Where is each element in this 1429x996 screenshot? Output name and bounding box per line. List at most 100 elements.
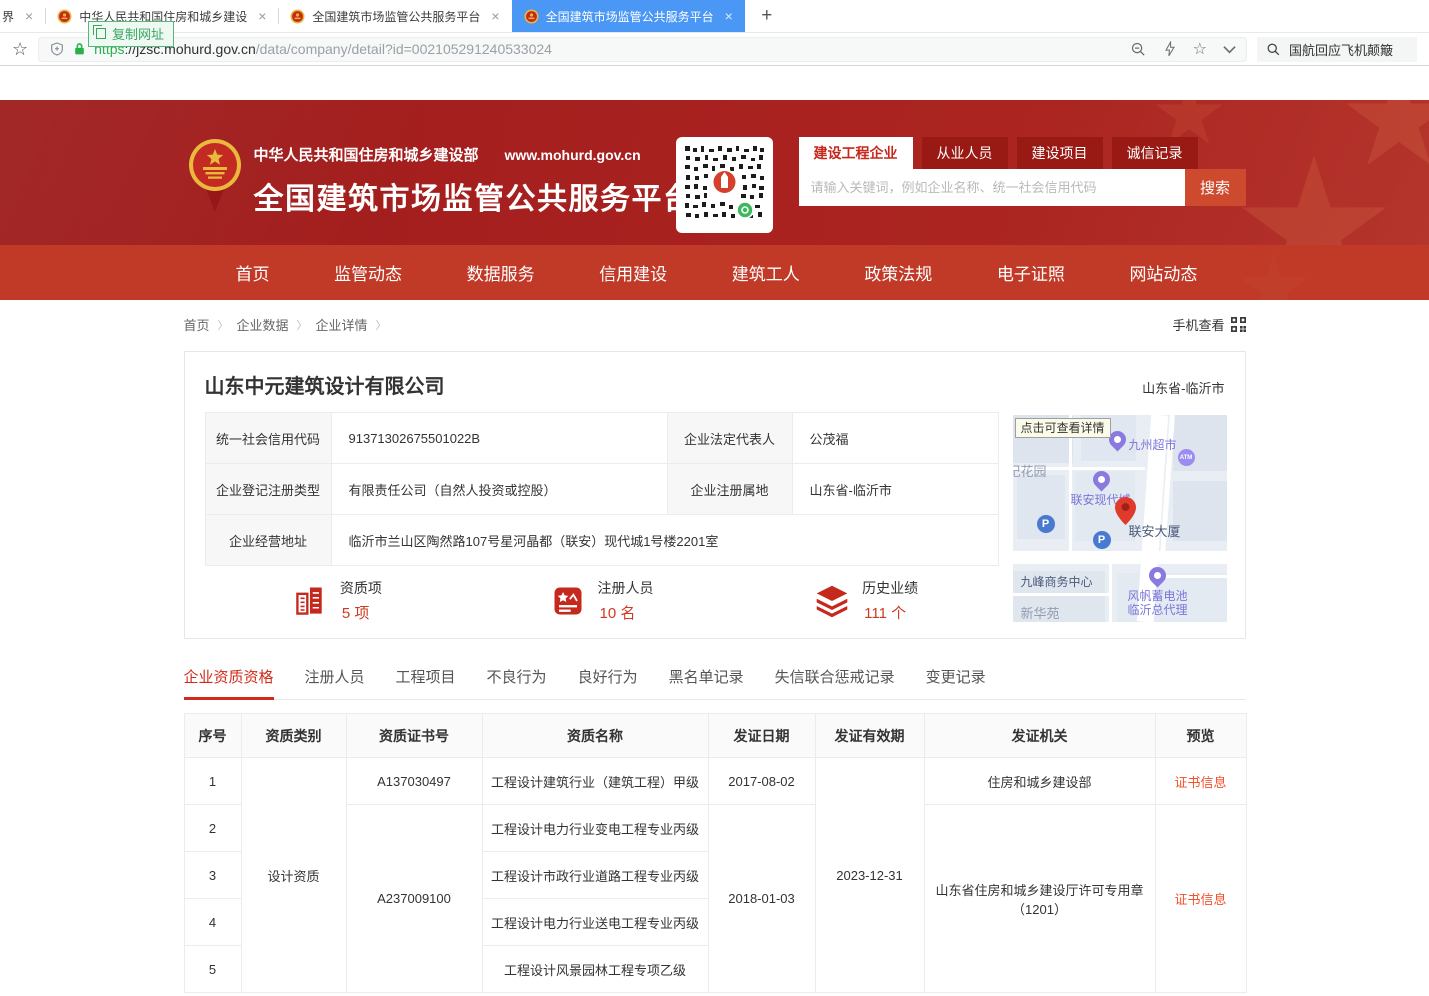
row-index: 1 xyxy=(184,758,241,805)
issue-date: 2018-01-03 xyxy=(708,805,815,993)
row-index: 4 xyxy=(184,899,241,946)
tab-close-icon[interactable]: × xyxy=(725,9,733,23)
authority-line-1: 山东省住房和城乡建设厅许可专用章 xyxy=(931,880,1149,899)
header-qr-code xyxy=(676,137,773,233)
col-index: 序号 xyxy=(184,714,241,758)
location-map[interactable]: 点击可查看详情 九州超市 ATM 纪花园 联安现代城 联安大厦 P P 九峰商务… xyxy=(1013,415,1227,622)
search-tab-credit[interactable]: 诚信记录 xyxy=(1112,137,1198,169)
address-bar[interactable]: https://jzsc.mohurd.gov.cn/data/company/… xyxy=(38,37,1247,62)
ministry-name: 中华人民共和国住房和城乡建设部 xyxy=(254,144,479,165)
nav-item-e-license[interactable]: 电子证照 xyxy=(997,260,1065,285)
company-info-table: 统一社会信用代码 91371302675501022B 企业法定代表人 公茂福 … xyxy=(205,412,999,566)
nav-item-workers[interactable]: 建筑工人 xyxy=(732,260,800,285)
breadcrumb-company-data[interactable]: 企业数据 xyxy=(237,315,289,334)
row-index: 5 xyxy=(184,946,241,993)
bookmarks-star-icon[interactable]: ☆ xyxy=(12,40,28,58)
company-detail-card: 山东中元建筑设计有限公司 山东省-临沂市 统一社会信用代码 9137130267… xyxy=(184,351,1246,639)
atm-marker-icon: ATM xyxy=(1178,449,1195,466)
reg-region-value: 山东省-临沂市 xyxy=(792,464,998,515)
favorite-star-icon[interactable]: ☆ xyxy=(1193,39,1207,59)
col-authority: 发证机关 xyxy=(924,714,1155,758)
certificate-info-link[interactable]: 证书信息 xyxy=(1174,775,1226,790)
tab-qualifications[interactable]: 企业资质资格 xyxy=(184,666,274,699)
search-category-tabs: 建设工程企业 从业人员 建设项目 诚信记录 xyxy=(799,137,1246,169)
main-navigation: 首页 监管动态 数据服务 信用建设 建筑工人 政策法规 电子证照 网站动态 xyxy=(0,245,1429,300)
search-button[interactable]: 搜索 xyxy=(1185,169,1246,206)
browser-tab-jzsc-active[interactable]: 全国建筑市场监管公共服务平台 × xyxy=(512,0,745,32)
validity-date: 2023-12-31 xyxy=(815,758,924,993)
map-label-garden: 纪花园 xyxy=(1013,461,1047,480)
cert-preview-cell: 证书信息 xyxy=(1155,758,1246,805)
search-tab-project[interactable]: 建设项目 xyxy=(1017,137,1103,169)
tab-change-records[interactable]: 变更记录 xyxy=(926,666,986,699)
secure-lock-icon[interactable] xyxy=(73,42,86,56)
page-top-gap xyxy=(0,66,1429,100)
chevron-down-icon[interactable] xyxy=(1223,45,1236,54)
zoom-out-icon[interactable] xyxy=(1130,41,1147,58)
quick-search-box[interactable]: 国航回应飞机颠簸 xyxy=(1257,37,1417,62)
row-index: 2 xyxy=(184,805,241,852)
nav-item-policy[interactable]: 政策法规 xyxy=(864,260,932,285)
nav-item-supervision[interactable]: 监管动态 xyxy=(334,260,402,285)
credit-code-value: 91371302675501022B xyxy=(331,413,667,464)
tab-dishonesty-records[interactable]: 失信联合惩戒记录 xyxy=(775,666,895,699)
address-label: 企业经营地址 xyxy=(205,515,331,566)
browser-tab-jzsc-1[interactable]: 全国建筑市场监管公共服务平台 × xyxy=(278,0,511,32)
flag-star-decoration xyxy=(1239,253,1309,300)
breadcrumb-home[interactable]: 首页 xyxy=(184,315,210,334)
keyword-search-input[interactable] xyxy=(799,169,1185,206)
tab-close-icon[interactable]: × xyxy=(25,9,33,23)
tab-close-icon[interactable]: × xyxy=(258,9,266,23)
tab-projects[interactable]: 工程项目 xyxy=(396,666,456,699)
flash-icon[interactable] xyxy=(1163,41,1177,57)
platform-title: 全国建筑市场监管公共服务平台 xyxy=(254,174,695,218)
reg-type-label: 企业登记注册类型 xyxy=(205,464,331,515)
nav-item-data-services[interactable]: 数据服务 xyxy=(467,260,535,285)
copy-tooltip-text: 复制网址 xyxy=(112,24,164,43)
nav-item-credit[interactable]: 信用建设 xyxy=(599,260,667,285)
stat-historical-performance[interactable]: 历史业绩 111 个 xyxy=(734,578,999,623)
cert-no: A237009100 xyxy=(346,805,482,993)
nav-item-site-news[interactable]: 网站动态 xyxy=(1129,260,1197,285)
table-row: 企业经营地址 临沂市兰山区陶然路107号星河晶都（联安）现代城1号楼2201室 xyxy=(205,515,998,566)
breadcrumb-separator: 〉 xyxy=(218,317,229,333)
company-region: 山东省-临沂市 xyxy=(1142,378,1224,397)
browser-tab-strip: 界 × 中华人民共和国住房和城乡建设 × 全国建筑市场监管公共服务平台 × 全国… xyxy=(0,0,1429,33)
tab-close-icon[interactable]: × xyxy=(491,9,499,23)
certificate-info-link[interactable]: 证书信息 xyxy=(1174,892,1226,907)
breadcrumb: 首页 〉 企业数据 〉 企业详情 〉 手机查看 xyxy=(184,315,1246,334)
row-index: 3 xyxy=(184,852,241,899)
qual-name: 工程设计电力行业变电工程专业丙级 xyxy=(482,805,708,852)
legal-rep-value: 公茂福 xyxy=(792,413,998,464)
issuing-authority: 山东省住房和城乡建设厅许可专用章 （1201） xyxy=(924,805,1155,993)
stat-value: 111 个 xyxy=(862,602,918,623)
tab-bad-behavior[interactable]: 不良行为 xyxy=(487,666,547,699)
breadcrumb-separator: 〉 xyxy=(376,317,387,333)
nav-item-home[interactable]: 首页 xyxy=(236,260,270,285)
authority-line-2: （1201） xyxy=(931,899,1149,918)
reg-region-label: 企业注册属地 xyxy=(667,464,792,515)
mobile-view-link[interactable]: 手机查看 xyxy=(1172,315,1245,334)
search-tab-personnel[interactable]: 从业人员 xyxy=(922,137,1008,169)
breadcrumb-separator: 〉 xyxy=(297,317,308,333)
copy-icon xyxy=(96,28,106,39)
new-tab-button[interactable]: + xyxy=(745,0,789,32)
stat-registered-personnel[interactable]: 注册人员 10 名 xyxy=(469,578,734,623)
browser-tab-partial[interactable]: 界 × xyxy=(0,0,45,32)
search-tab-enterprise[interactable]: 建设工程企业 xyxy=(799,137,913,169)
issue-date: 2017-08-02 xyxy=(708,758,815,805)
breadcrumb-company-detail[interactable]: 企业详情 xyxy=(316,315,368,334)
col-preview: 预览 xyxy=(1155,714,1246,758)
tab-blacklist[interactable]: 黑名单记录 xyxy=(669,666,744,699)
stat-qualifications[interactable]: 资质项 5 项 xyxy=(205,578,470,623)
tab-registered-personnel[interactable]: 注册人员 xyxy=(305,666,365,699)
shield-plus-icon[interactable] xyxy=(49,41,65,57)
col-name: 资质名称 xyxy=(482,714,708,758)
detail-section-tabs: 企业资质资格 注册人员 工程项目 不良行为 良好行为 黑名单记录 失信联合惩戒记… xyxy=(184,666,1246,700)
cert-preview-cell: 证书信息 xyxy=(1155,805,1246,993)
tab-good-behavior[interactable]: 良好行为 xyxy=(578,666,638,699)
site-header: 中华人民共和国住房和城乡建设部 www.mohurd.gov.cn 全国建筑市场… xyxy=(0,100,1429,245)
tab-label: 界 xyxy=(2,8,14,25)
qual-name: 工程设计电力行业送电工程专业丙级 xyxy=(482,899,708,946)
browser-url-row: ☆ https://jzsc.mohurd.gov.cn/data/compan… xyxy=(0,33,1429,66)
